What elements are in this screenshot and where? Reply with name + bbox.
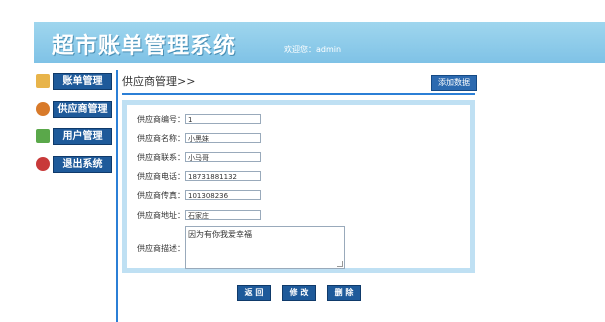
back-button[interactable]: 返 回 [237,285,271,301]
desc-text: 因为有你我爱幸福 [188,230,252,239]
app-header: 超市账单管理系统 欢迎您：admin [34,22,605,63]
sidebar-item-exit[interactable]: 退出系统 [34,156,112,173]
name-label: 供应商名称： [137,134,185,143]
form-panel: 供应商编号： 1 供应商名称： 小黑妹 供应商联系： 小马哥 供应商电话： 18… [122,100,475,273]
users-icon [36,129,50,143]
sidebar-item-suppliers[interactable]: 供应商管理 [34,101,112,118]
supplier-form: 供应商编号： 1 供应商名称： 小黑妹 供应商联系： 小马哥 供应商电话： 18… [127,105,470,269]
address-label: 供应商地址： [137,211,185,220]
sidebar-item-label: 用户管理 [53,128,112,145]
sidebar-item-label: 供应商管理 [53,101,112,118]
phone-label: 供应商电话： [137,172,185,181]
welcome-text: 欢迎您：admin [284,45,342,54]
phone-field[interactable]: 18731881132 [185,171,261,181]
code-label: 供应商编号： [137,115,185,124]
add-data-button[interactable]: 添加数据 [431,75,477,91]
sidebar-divider [116,70,118,322]
sidebar-item-users[interactable]: 用户管理 [34,128,112,145]
fax-field[interactable]: 101308236 [185,190,261,200]
breadcrumb-divider [122,93,475,95]
fax-label: 供应商传真： [137,191,185,200]
name-field[interactable]: 小黑妹 [185,133,261,143]
breadcrumb: 供应商管理>> [122,75,196,88]
supplier-icon [36,102,50,116]
desc-label: 供应商描述： [137,244,185,253]
bill-icon [36,74,50,88]
sidebar-item-bills[interactable]: 账单管理 [34,73,112,90]
contact-field[interactable]: 小马哥 [185,152,261,162]
desc-textarea[interactable]: 因为有你我爱幸福 [185,226,345,269]
contact-label: 供应商联系： [137,153,185,162]
address-field[interactable]: 石家庄 [185,210,261,220]
sidebar-item-label: 退出系统 [53,156,112,173]
app-title: 超市账单管理系统 [52,34,237,59]
resize-grip-icon[interactable] [337,261,343,267]
exit-icon [36,157,50,171]
code-field[interactable]: 1 [185,114,261,124]
sidebar-item-label: 账单管理 [53,73,112,90]
edit-button[interactable]: 修 改 [282,285,316,301]
delete-button[interactable]: 删 除 [327,285,361,301]
